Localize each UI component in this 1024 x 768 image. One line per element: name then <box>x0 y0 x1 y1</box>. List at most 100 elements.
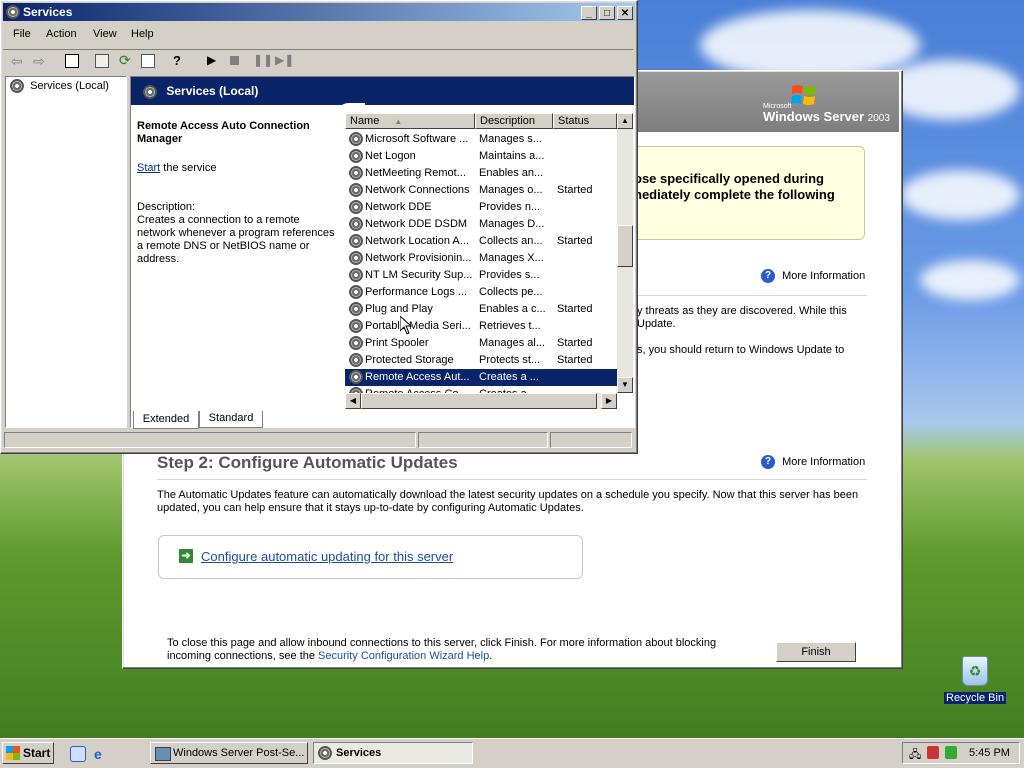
scroll-right-button[interactable]: ▶ <box>601 393 617 409</box>
table-row[interactable]: Remote Access Co... Creates a ... <box>345 386 617 393</box>
show-tree-icon[interactable] <box>65 54 79 68</box>
windows-flag-icon <box>6 746 20 760</box>
table-row[interactable]: Print Spooler Manages al... Started <box>345 335 617 352</box>
column-description[interactable]: Description <box>475 113 553 129</box>
help-toolbar-icon[interactable]: ? <box>173 53 181 68</box>
internet-explorer-icon[interactable]: e <box>94 746 102 762</box>
status-panel-1 <box>4 432 416 448</box>
tab-extended[interactable]: Extended <box>133 411 199 429</box>
help-icon: ? <box>761 455 775 469</box>
recycle-bin[interactable]: ♻ Recycle Bin <box>944 656 1006 712</box>
service-gear-icon <box>349 285 363 300</box>
table-row[interactable]: Network Connections Manages o... Started <box>345 182 617 199</box>
table-row[interactable]: Net Logon Maintains a... <box>345 148 617 165</box>
maximize-button[interactable]: □ <box>599 6 615 20</box>
back-icon[interactable]: ⇦ <box>11 53 23 70</box>
service-name-cell: Remote Access Co... <box>349 386 475 393</box>
security-wizard-help-link[interactable]: Security Configuration Wizard Help <box>318 650 489 662</box>
scroll-hthumb[interactable] <box>361 393 597 409</box>
start-button[interactable]: Start <box>2 742 54 764</box>
service-name: Network Connections <box>365 184 470 196</box>
forward-icon[interactable]: ⇨ <box>33 53 45 70</box>
tree-item-services-local[interactable]: Services (Local) <box>10 79 109 93</box>
table-row[interactable]: Remote Access Aut... Creates a ... <box>345 369 617 386</box>
table-row[interactable]: Network DDE Provides n... <box>345 199 617 216</box>
service-gear-icon <box>349 234 363 249</box>
service-gear-icon <box>349 251 363 266</box>
properties-icon[interactable] <box>95 54 109 68</box>
scroll-left-button[interactable]: ◀ <box>345 393 361 409</box>
scroll-down-button[interactable]: ▼ <box>617 377 633 393</box>
service-name-cell: Remote Access Aut... <box>349 369 475 386</box>
menu-action[interactable]: Action <box>46 28 77 40</box>
horizontal-scrollbar[interactable]: ◀ ▶ <box>345 393 617 409</box>
start-service-link[interactable]: Start <box>137 162 160 174</box>
table-row[interactable]: Microsoft Software ... Manages s... <box>345 131 617 148</box>
service-name-cell: Network Location A... <box>349 233 475 250</box>
details-pane: Services (Local) Remote Access Auto Conn… <box>130 76 635 428</box>
service-name-cell: Network Provisionin... <box>349 250 475 267</box>
table-row[interactable]: Portable Media Seri... Retrieves t... <box>345 318 617 335</box>
service-description-cell: Maintains a... <box>479 150 545 162</box>
status-panel-2 <box>418 432 548 448</box>
service-description-cell: Manages o... <box>479 184 543 196</box>
finish-button[interactable]: Finish <box>776 642 856 662</box>
table-row[interactable]: Network Location A... Collects an... Start… <box>345 233 617 250</box>
service-description-cell: Provides n... <box>479 201 541 213</box>
play-icon[interactable]: ▶ <box>207 53 216 67</box>
more-info-link-1[interactable]: ? More Information <box>761 269 865 283</box>
show-desktop-icon[interactable] <box>70 746 86 762</box>
stop-icon[interactable] <box>230 56 239 65</box>
menu-help[interactable]: Help <box>131 28 154 40</box>
refresh-icon[interactable]: ⟳ <box>119 52 131 69</box>
mouse-cursor-icon <box>399 314 413 338</box>
table-row[interactable]: NetMeeting Remot... Enables an... <box>345 165 617 182</box>
help-icon: ? <box>761 269 775 283</box>
scroll-up-button[interactable]: ▲ <box>617 113 633 129</box>
services-titlebar[interactable]: Services _ □ ✕ <box>3 3 635 21</box>
table-row[interactable]: Protected Storage Protects st... Started <box>345 352 617 369</box>
column-status[interactable]: Status <box>553 113 617 129</box>
vertical-scrollbar[interactable]: ▲ ▼ <box>617 113 633 393</box>
security-icon[interactable] <box>927 746 939 759</box>
table-row[interactable]: Network Provisionin... Manages X... <box>345 250 617 267</box>
export-list-icon[interactable] <box>141 54 155 68</box>
network-icon[interactable]: 🖧 <box>909 746 921 765</box>
scroll-thumb[interactable] <box>617 225 633 267</box>
sort-arrow-icon: ▲ <box>394 117 403 126</box>
service-status-cell: Started <box>557 303 593 315</box>
configure-updates-box[interactable]: ➜ Configure automatic updating for this … <box>158 535 583 579</box>
more-info-link-2[interactable]: ? More Information <box>761 455 865 469</box>
tab-standard[interactable]: Standard <box>199 411 263 428</box>
more-info-label-2: More Information <box>782 455 866 468</box>
minimize-button[interactable]: _ <box>581 6 597 20</box>
service-gear-icon <box>349 302 363 317</box>
more-info-label-1: More Information <box>782 269 866 282</box>
close-button[interactable]: ✕ <box>617 6 633 20</box>
menu-view[interactable]: View <box>93 28 117 40</box>
service-description-cell: Collects pe... <box>479 286 543 298</box>
restart-icon[interactable]: ▶❚ <box>275 53 294 67</box>
service-name: Network Location A... <box>365 235 469 247</box>
configure-updates-link[interactable]: Configure automatic updating for this se… <box>201 549 453 564</box>
description-text: Creates a connection to a remote network… <box>137 214 335 265</box>
service-name-cell: Network DDE <box>349 199 475 216</box>
service-name-cell: Plug and Play <box>349 301 475 318</box>
task-post-setup[interactable]: Windows Server Post-Se... <box>150 742 308 764</box>
table-row[interactable]: NT LM Security Sup... Provides s... <box>345 267 617 284</box>
service-description-cell: Provides s... <box>479 269 540 281</box>
task-services[interactable]: Services <box>313 742 473 764</box>
table-row[interactable]: Network DDE DSDM Manages D... <box>345 216 617 233</box>
tray-updates-icon[interactable] <box>945 746 957 759</box>
pause-icon[interactable]: ❚❚ <box>253 53 273 67</box>
service-name: Performance Logs ... <box>365 286 468 298</box>
service-gear-icon <box>349 217 363 232</box>
column-name[interactable]: Name ▲ <box>345 113 475 129</box>
service-description-cell: Creates a ... <box>479 371 539 383</box>
service-name: Print Spooler <box>365 337 429 349</box>
table-row[interactable]: Performance Logs ... Collects pe... <box>345 284 617 301</box>
divider-2 <box>157 479 867 480</box>
table-row[interactable]: Plug and Play Enables a c... Started <box>345 301 617 318</box>
tree-pane: Services (Local) <box>5 76 127 428</box>
menu-file[interactable]: File <box>13 28 31 40</box>
